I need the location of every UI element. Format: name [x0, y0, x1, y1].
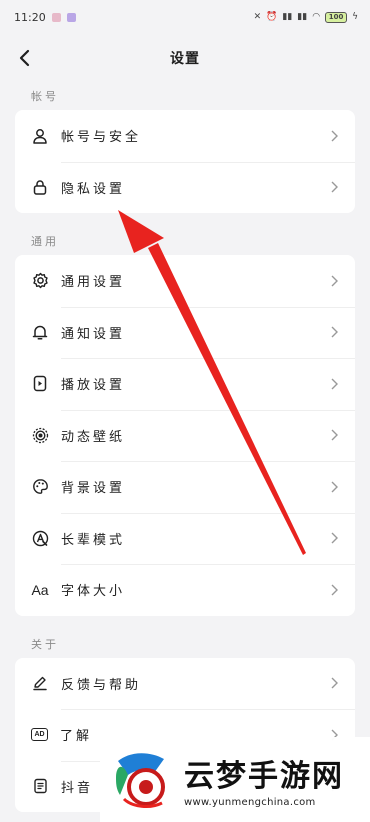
document-icon — [31, 777, 49, 795]
chevron-right-icon — [329, 180, 339, 194]
charging-icon: ϟ — [352, 12, 358, 22]
settings-item-general[interactable]: 通用设置 — [15, 255, 355, 307]
elder-mode-icon — [31, 529, 49, 547]
back-button[interactable] — [10, 44, 38, 72]
app-notification-icon — [66, 12, 76, 22]
settings-item-elder-mode[interactable]: 长辈模式 — [15, 512, 355, 565]
settings-item-label: 通知设置 — [61, 326, 126, 342]
palette-icon — [31, 478, 49, 496]
settings-item-label: 背景设置 — [61, 481, 126, 497]
settings-item-label: 字体大小 — [61, 584, 126, 600]
signal-icon-2: ▮▮ — [297, 12, 308, 22]
battery-icon: 100 — [325, 11, 348, 23]
ad-icon: AD — [31, 728, 48, 742]
notification-icon — [51, 12, 61, 22]
user-icon — [31, 127, 49, 145]
chevron-right-icon — [329, 377, 339, 391]
ad-icon-text: AD — [34, 731, 45, 739]
chevron-right-icon — [329, 480, 339, 494]
gear-icon — [31, 272, 49, 290]
feedback-icon — [31, 674, 49, 692]
chevron-right-icon — [329, 676, 339, 690]
chevron-right-icon — [329, 583, 339, 597]
battery-level: 100 — [328, 13, 344, 21]
alarm-icon: ⏰ — [266, 12, 278, 22]
chevron-right-icon — [329, 531, 339, 545]
nav-bar: 设置 — [0, 34, 370, 82]
settings-item-notification[interactable]: 通知设置 — [15, 306, 355, 359]
signal-icon: ▮▮ — [282, 12, 293, 22]
watermark-url: www.yunmengchina.com — [184, 797, 316, 808]
account-card: 帐号与安全 隐私设置 — [15, 110, 355, 213]
general-card: 通用设置 通知设置 播放设置 动态壁纸 背景设置 长辈模式 Aa 字体大小 — [15, 255, 355, 616]
settings-item-account-security[interactable]: 帐号与安全 — [15, 110, 355, 162]
section-label-account: 帐号 — [31, 90, 59, 103]
play-settings-icon — [31, 375, 49, 393]
chevron-right-icon — [329, 428, 339, 442]
font-size-icon: Aa — [31, 581, 49, 598]
settings-item-label: 播放设置 — [61, 378, 126, 394]
wifi-icon: ◠ — [312, 12, 321, 22]
mute-icon: ✕ — [253, 12, 262, 22]
back-arrow-icon — [19, 49, 30, 67]
settings-item-label: 动态壁纸 — [61, 429, 126, 445]
live-wallpaper-icon — [31, 426, 49, 444]
watermark-name: 云梦手游网 — [184, 759, 344, 794]
chevron-right-icon — [329, 325, 339, 339]
settings-item-playback[interactable]: 播放设置 — [15, 358, 355, 410]
status-time: 11:20 — [14, 10, 46, 24]
settings-item-live-wallpaper[interactable]: 动态壁纸 — [15, 409, 355, 462]
watermark-logo — [110, 747, 176, 813]
section-label-about: 关于 — [31, 637, 59, 651]
settings-item-label: 长辈模式 — [61, 532, 126, 548]
status-bar: 11:20 ✕ ⏰ ▮▮ ▮▮ ◠ 100 ϟ — [0, 0, 370, 34]
page-title: 设置 — [170, 51, 200, 67]
lock-icon — [31, 178, 49, 196]
settings-item-background[interactable]: 背景设置 — [15, 461, 355, 513]
bell-icon — [31, 323, 49, 341]
chevron-right-icon — [329, 274, 339, 288]
settings-item-label: 帐号与安全 — [61, 130, 142, 146]
settings-item-font-size[interactable]: Aa 字体大小 — [15, 564, 355, 616]
settings-item-feedback[interactable]: 反馈与帮助 — [15, 658, 355, 710]
settings-item-label: 反馈与帮助 — [61, 677, 142, 693]
settings-item-label: 通用设置 — [61, 275, 126, 291]
settings-item-label: 隐私设置 — [61, 181, 126, 197]
watermark: 云梦手游网 www.yunmengchina.com — [100, 737, 370, 822]
settings-item-privacy[interactable]: 隐私设置 — [15, 161, 355, 214]
chevron-right-icon — [329, 129, 339, 143]
section-label-general: 通用 — [31, 235, 59, 248]
